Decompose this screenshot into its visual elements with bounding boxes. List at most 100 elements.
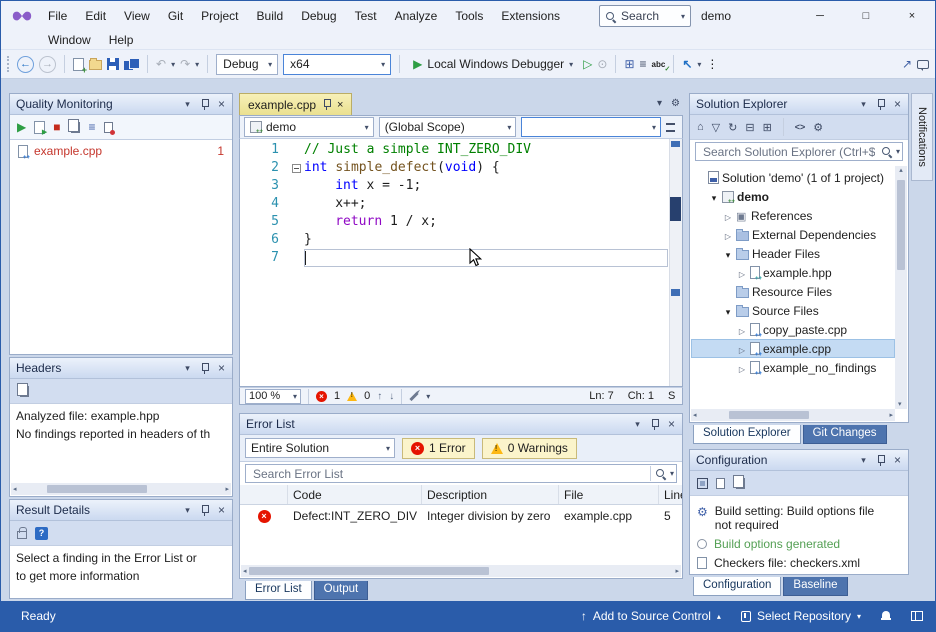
collapse-icon[interactable] bbox=[292, 164, 301, 173]
menu-view[interactable]: View bbox=[115, 1, 159, 31]
save-all-icon[interactable] bbox=[124, 58, 139, 71]
scrollbar-thumb[interactable] bbox=[249, 567, 489, 575]
scope-filter-dropdown[interactable]: Entire Solution ▾ bbox=[245, 438, 395, 458]
close-icon[interactable]: × bbox=[890, 97, 905, 112]
editor-error-count[interactable]: 1 bbox=[334, 390, 340, 402]
copy-icon[interactable] bbox=[71, 122, 80, 133]
code-preview-icon[interactable]: <> bbox=[795, 122, 806, 132]
back-icon[interactable]: ← bbox=[17, 56, 34, 73]
code-cleanup-icon[interactable] bbox=[410, 391, 419, 400]
project-dropdown[interactable]: demo ▾ bbox=[244, 117, 374, 137]
close-icon[interactable]: × bbox=[214, 503, 229, 518]
copy-icon[interactable] bbox=[736, 478, 745, 489]
collapse-all-icon[interactable]: ⊟ bbox=[745, 121, 754, 134]
chevron-down-icon[interactable]: ▾ bbox=[426, 392, 430, 401]
scroll-up-icon[interactable]: ▴ bbox=[899, 167, 903, 174]
pin-icon[interactable] bbox=[647, 417, 662, 432]
code-line-1[interactable]: 1// Just a simple INT_ZERO_DIV bbox=[240, 141, 682, 159]
column-header-description[interactable]: Description bbox=[422, 485, 559, 504]
close-icon[interactable]: × bbox=[890, 453, 905, 468]
chevron-collapsed-icon[interactable] bbox=[737, 266, 747, 280]
close-button[interactable]: × bbox=[889, 1, 935, 31]
chevron-collapsed-icon[interactable] bbox=[737, 342, 747, 356]
code-line-2[interactable]: 2int simple_defect(void) { bbox=[240, 159, 682, 177]
solution-platform-dropdown[interactable]: x64▾ bbox=[283, 54, 391, 75]
chevron-down-icon[interactable]: ▾ bbox=[670, 469, 676, 478]
filter-icon[interactable]: ▽ bbox=[712, 121, 720, 134]
split-window-icon[interactable] bbox=[666, 123, 675, 132]
menu-file[interactable]: File bbox=[39, 1, 76, 31]
tab-example-cpp[interactable]: example.cpp × bbox=[239, 93, 352, 115]
chevron-collapsed-icon[interactable] bbox=[723, 209, 733, 223]
spell-check-icon[interactable]: abc bbox=[652, 60, 666, 69]
pin-icon[interactable] bbox=[873, 453, 888, 468]
editor-warning-count[interactable]: 0 bbox=[364, 390, 370, 402]
menu-test[interactable]: Test bbox=[346, 1, 386, 31]
error-icon[interactable] bbox=[316, 391, 327, 402]
pin-icon[interactable] bbox=[873, 97, 888, 112]
scroll-right-icon[interactable]: ▸ bbox=[673, 567, 681, 575]
result-details-header[interactable]: Result Details ▾ × bbox=[10, 500, 232, 521]
tree-item-demo[interactable]: demo bbox=[691, 187, 895, 206]
tree-item-resource-files[interactable]: Resource Files bbox=[691, 282, 895, 301]
line-down-icon[interactable]: ↓ bbox=[389, 391, 394, 402]
scrollbar-thumb[interactable] bbox=[47, 485, 147, 493]
scrollbar-thumb[interactable] bbox=[670, 197, 681, 221]
stop-icon[interactable]: ■ bbox=[53, 120, 60, 134]
start-debugging-button[interactable]: ▶ Local Windows Debugger ▾ bbox=[408, 57, 578, 71]
show-all-files-icon[interactable]: ⊞ bbox=[763, 121, 772, 134]
scroll-left-icon[interactable]: ◂ bbox=[11, 485, 19, 493]
menu-window[interactable]: Window bbox=[39, 31, 100, 49]
pin-icon[interactable] bbox=[197, 503, 212, 518]
horizontal-scrollbar[interactable]: ◂▸ bbox=[691, 409, 895, 421]
menu-analyze[interactable]: Analyze bbox=[386, 1, 447, 31]
pin-icon[interactable] bbox=[197, 97, 212, 112]
document-dropdown-icon[interactable]: ▾ bbox=[657, 98, 662, 109]
new-project-icon[interactable] bbox=[73, 58, 84, 71]
copy-icon[interactable] bbox=[20, 386, 29, 397]
feedback-icon[interactable] bbox=[917, 60, 929, 69]
chevron-collapsed-icon[interactable] bbox=[737, 361, 747, 375]
tab-notifications[interactable]: Notifications bbox=[911, 93, 933, 181]
zoom-dropdown[interactable]: 100 %▾ bbox=[245, 389, 301, 404]
tree-item-copy-paste-cpp[interactable]: copy_paste.cpp bbox=[691, 320, 895, 339]
search-control[interactable]: Search ▾ bbox=[599, 5, 691, 27]
scroll-right-icon[interactable]: ▸ bbox=[223, 485, 231, 493]
chevron-down-icon[interactable]: ▾ bbox=[171, 60, 175, 69]
close-icon[interactable]: × bbox=[664, 417, 679, 432]
tab-solution-explorer[interactable]: Solution Explorer bbox=[693, 425, 801, 444]
tab-output[interactable]: Output bbox=[314, 581, 369, 600]
chevron-down-icon[interactable]: ▾ bbox=[896, 147, 902, 156]
menu-build[interactable]: Build bbox=[248, 1, 293, 31]
chevron-down-icon[interactable]: ▾ bbox=[195, 60, 199, 69]
attach-icon[interactable]: ⊙ bbox=[597, 57, 607, 71]
chevron-down-icon[interactable]: ▾ bbox=[856, 453, 871, 468]
toolbar-grip[interactable] bbox=[7, 56, 10, 72]
chevron-down-icon[interactable]: ▾ bbox=[856, 97, 871, 112]
pin-icon[interactable] bbox=[322, 98, 331, 111]
code-line-5[interactable]: 5return 1 / x; bbox=[240, 213, 682, 231]
bell-icon[interactable] bbox=[881, 611, 891, 622]
scroll-right-icon[interactable]: ▸ bbox=[887, 411, 895, 419]
chevron-down-icon[interactable]: ▾ bbox=[180, 503, 195, 518]
tree-item-example-hpp[interactable]: example.hpp bbox=[691, 263, 895, 282]
run-file-analysis-icon[interactable] bbox=[34, 121, 45, 134]
export-report-icon[interactable] bbox=[104, 122, 113, 133]
code-line-6[interactable]: 6} bbox=[240, 231, 682, 249]
scroll-left-icon[interactable]: ◂ bbox=[241, 567, 249, 575]
lock-icon[interactable] bbox=[17, 531, 27, 539]
chevron-expanded-icon[interactable] bbox=[723, 247, 733, 261]
quality-item-example-cpp[interactable]: example.cpp1 bbox=[10, 140, 232, 162]
configuration-header[interactable]: Configuration ▾ × bbox=[690, 450, 908, 471]
maximize-button[interactable]: □ bbox=[843, 1, 889, 31]
menu-help[interactable]: Help bbox=[100, 31, 143, 49]
code-line-3[interactable]: 3int x = -1; bbox=[240, 177, 682, 195]
column-header-code[interactable]: Code bbox=[288, 485, 422, 504]
menu-extensions[interactable]: Extensions bbox=[492, 1, 569, 31]
pointer-icon[interactable]: ↖ bbox=[682, 57, 692, 71]
undo-icon[interactable]: ↶ bbox=[156, 57, 166, 71]
tab-error-list[interactable]: Error List bbox=[245, 581, 312, 600]
headers-panel-header[interactable]: Headers ▾ × bbox=[10, 358, 232, 379]
minimize-button[interactable]: ─ bbox=[797, 1, 843, 31]
select-repository-button[interactable]: Select Repository ▾ bbox=[741, 609, 861, 623]
